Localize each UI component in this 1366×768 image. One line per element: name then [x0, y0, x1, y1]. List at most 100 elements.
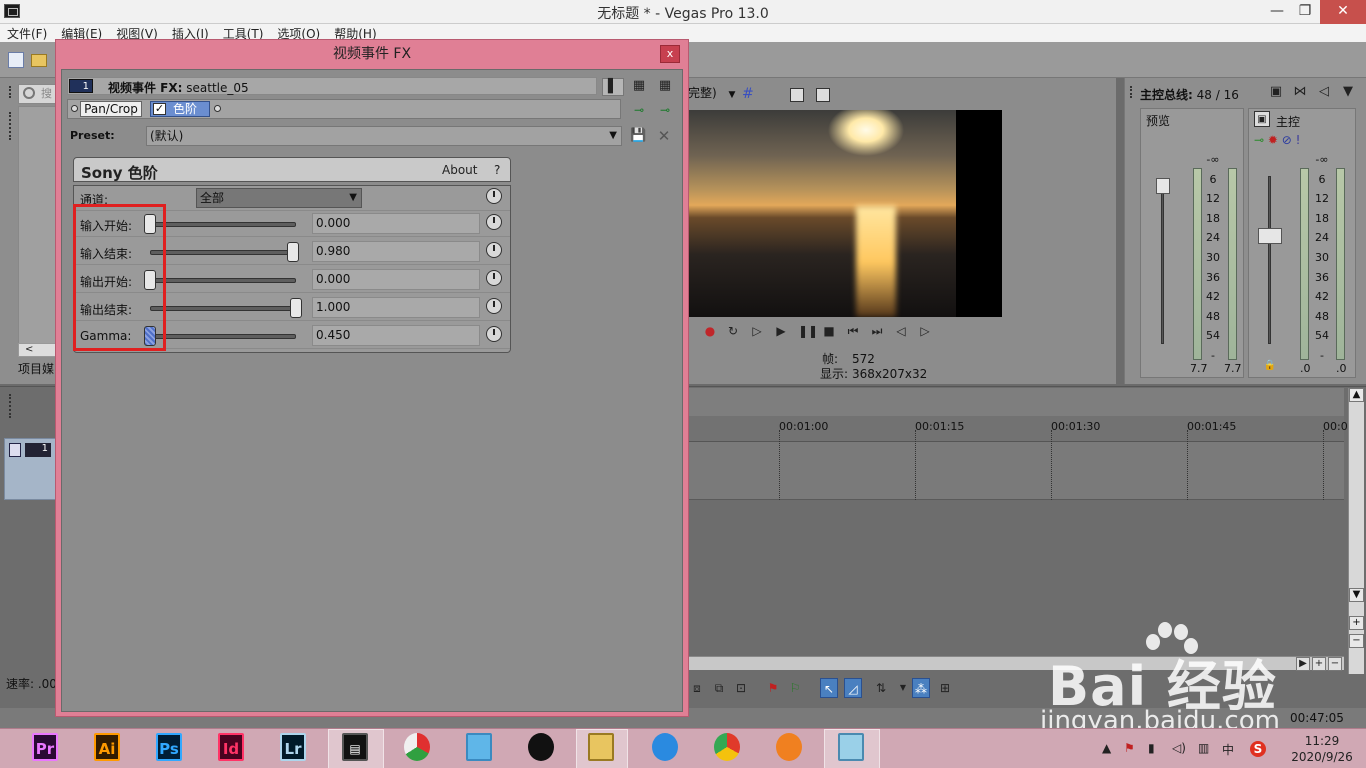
- sogou-ime-icon[interactable]: S: [1250, 741, 1266, 757]
- restore-button[interactable]: ❐: [1290, 0, 1320, 24]
- lock-event-icon[interactable]: ⊡: [732, 678, 750, 698]
- param-slider-track[interactable]: [150, 334, 296, 339]
- about-button[interactable]: About: [442, 163, 477, 177]
- auto-crossfade-icon[interactable]: ⁂: [912, 678, 930, 698]
- delete-preset-icon[interactable]: ✕: [656, 128, 672, 144]
- premiere-app-icon[interactable]: Pr: [32, 733, 58, 761]
- scroll-down-button[interactable]: ▼: [1349, 588, 1364, 602]
- preset-dropdown[interactable]: (默认) ▼: [146, 126, 622, 146]
- save-snapshot-icon[interactable]: [816, 88, 830, 102]
- thunder-app-icon[interactable]: [776, 733, 802, 761]
- new-project-icon[interactable]: [8, 52, 24, 68]
- dim-output-icon[interactable]: ▼: [1340, 84, 1356, 100]
- add-fx-icon[interactable]: ⊸: [630, 101, 648, 119]
- master-fader-track[interactable]: [1268, 176, 1271, 344]
- play-from-start-button[interactable]: ▷: [750, 324, 764, 338]
- view-grid-icon[interactable]: ▦: [654, 78, 676, 96]
- marker-icon[interactable]: ⚑: [764, 678, 782, 698]
- snapping-icon[interactable]: ⊞: [936, 678, 954, 698]
- reset-icon[interactable]: [486, 326, 502, 342]
- mute-icon[interactable]: ⊘: [1282, 133, 1292, 147]
- param-value-field[interactable]: 1.000: [312, 297, 480, 318]
- snap-icon[interactable]: ⧈: [688, 678, 706, 698]
- copy-snapshot-icon[interactable]: [790, 88, 804, 102]
- levels-fx-button[interactable]: ✓ 色阶: [150, 101, 210, 117]
- fx-dialog-close-button[interactable]: x: [660, 45, 680, 63]
- help-button[interactable]: ?: [494, 163, 500, 177]
- param-value-field[interactable]: 0.000: [312, 213, 480, 234]
- menu-file[interactable]: 文件(F): [0, 24, 54, 42]
- play-button[interactable]: ▶: [774, 324, 788, 338]
- lock-icon[interactable]: 🔒: [1262, 358, 1278, 374]
- overlay-grid-icon[interactable]: #: [742, 87, 758, 102]
- bus-fx-icon[interactable]: ⋈: [1292, 84, 1308, 100]
- colorful-app-icon[interactable]: [404, 733, 430, 761]
- view-single-icon[interactable]: ▌: [602, 78, 624, 96]
- fx-dialog-title[interactable]: 视频事件 FX: [56, 40, 688, 68]
- notes-app-icon[interactable]: [838, 733, 864, 761]
- open-folder-icon[interactable]: [31, 54, 47, 67]
- action-center-icon[interactable]: ⚑: [1124, 741, 1135, 755]
- param-slider-knob[interactable]: [287, 242, 300, 262]
- param-slider-track[interactable]: [150, 306, 296, 311]
- timeline-vscroll[interactable]: ▲ ▼ + −: [1348, 388, 1364, 674]
- panel-grip[interactable]: [9, 112, 12, 140]
- reset-icon[interactable]: [486, 188, 502, 204]
- chrome-app-icon[interactable]: [714, 733, 740, 761]
- network-icon[interactable]: ▥: [1198, 741, 1209, 755]
- split-icon[interactable]: ⧉: [710, 678, 728, 698]
- normal-edit-tool-icon[interactable]: ↖: [820, 678, 838, 698]
- zoom-in-button[interactable]: +: [1349, 616, 1364, 630]
- bypass-checkbox[interactable]: ✓: [153, 103, 166, 115]
- param-value-field[interactable]: 0.980: [312, 241, 480, 262]
- reset-icon[interactable]: [486, 242, 502, 258]
- preview-fader-knob[interactable]: [1156, 178, 1170, 194]
- h-zoom-out-button[interactable]: −: [1328, 657, 1342, 671]
- scroll-up-button[interactable]: ▲: [1349, 388, 1364, 402]
- param-slider-track[interactable]: [150, 222, 296, 227]
- panel-grip[interactable]: [1130, 86, 1133, 98]
- go-to-end-button[interactable]: ⏭: [870, 324, 884, 338]
- video-track-header[interactable]: 1: [4, 438, 56, 500]
- illustrator-app-icon[interactable]: Ai: [94, 733, 120, 761]
- param-slider-track[interactable]: [150, 250, 296, 255]
- region-icon[interactable]: ⚐: [786, 678, 804, 698]
- photoshop-app-icon[interactable]: Ps: [156, 733, 182, 761]
- go-to-start-button[interactable]: ⏮: [846, 324, 860, 338]
- reset-icon[interactable]: [486, 270, 502, 286]
- bus-properties-icon[interactable]: ▣: [1268, 84, 1284, 100]
- param-slider-track[interactable]: [150, 278, 296, 283]
- param-slider-knob[interactable]: [290, 298, 302, 318]
- view-medium-icon[interactable]: ▦: [628, 78, 650, 96]
- battery-icon[interactable]: ▮: [1148, 741, 1155, 755]
- qq-app-icon[interactable]: [528, 733, 554, 761]
- cloud-app-icon[interactable]: [466, 733, 492, 761]
- pan-crop-button[interactable]: Pan/Crop: [80, 101, 142, 117]
- remove-fx-icon[interactable]: ⊸: [656, 101, 674, 119]
- reset-icon[interactable]: [486, 298, 502, 314]
- save-preset-icon[interactable]: 💾: [630, 128, 646, 144]
- ime-language[interactable]: 中: [1222, 741, 1234, 758]
- insert-fx-icon[interactable]: ⊸: [1254, 133, 1264, 147]
- indesign-app-icon[interactable]: Id: [218, 733, 244, 761]
- loop-button[interactable]: ↻: [726, 324, 740, 338]
- channel-dropdown[interactable]: 全部 ▼: [196, 188, 362, 208]
- zoom-out-button[interactable]: −: [1349, 634, 1364, 648]
- pause-button[interactable]: ❚❚: [798, 324, 818, 338]
- master-fader-knob[interactable]: [1258, 228, 1282, 244]
- tab-project-media[interactable]: 项目媒: [18, 360, 58, 378]
- downmix-icon[interactable]: ◁: [1316, 84, 1332, 100]
- media-list[interactable]: [18, 106, 56, 344]
- master-properties-icon[interactable]: ▣: [1254, 111, 1270, 127]
- vegas-app-icon[interactable]: ▤: [342, 733, 368, 761]
- taskbar-clock[interactable]: 11:29 2020/9/26: [1290, 733, 1354, 765]
- stop-button[interactable]: ■: [822, 324, 836, 338]
- ripple-chevron-icon[interactable]: ▼: [894, 678, 912, 698]
- param-value-field[interactable]: 0.450: [312, 325, 480, 346]
- preview-fader-track[interactable]: [1161, 178, 1164, 344]
- reset-icon[interactable]: [486, 214, 502, 230]
- volume-icon[interactable]: ◁): [1172, 741, 1186, 755]
- ripple-icon[interactable]: ⇅: [872, 678, 890, 698]
- envelope-tool-icon[interactable]: ◿: [844, 678, 862, 698]
- tray-chevron-icon[interactable]: ▲: [1102, 741, 1111, 755]
